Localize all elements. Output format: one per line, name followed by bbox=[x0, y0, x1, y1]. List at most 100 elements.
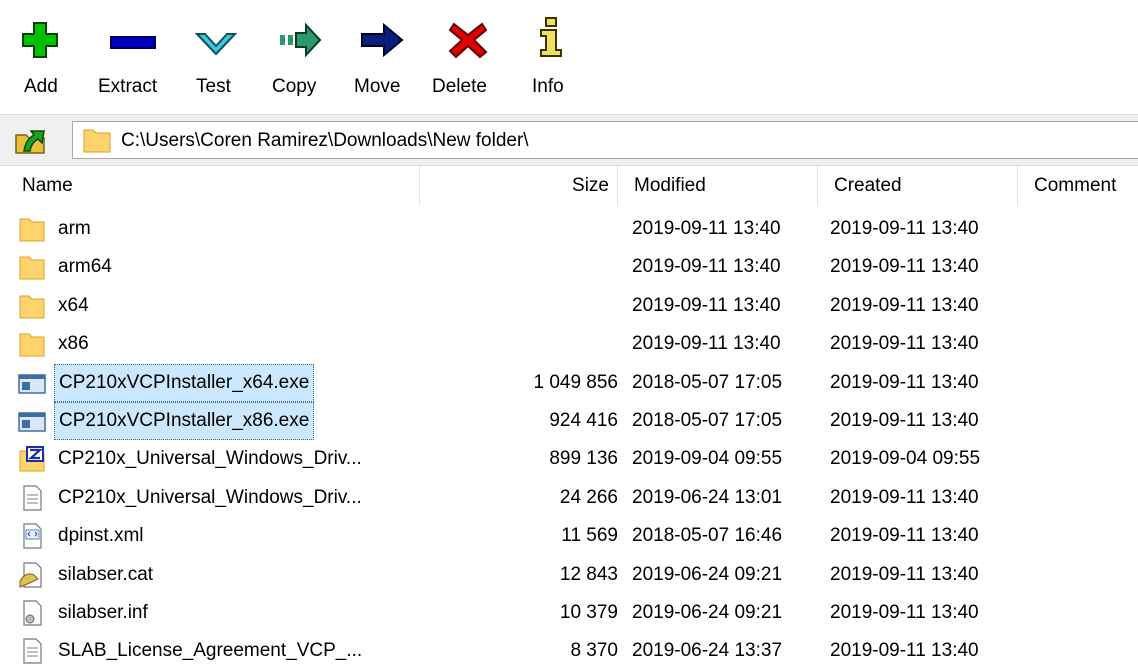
file-created: 2019-09-11 13:40 bbox=[830, 486, 979, 508]
column-modified[interactable]: Modified bbox=[618, 166, 818, 206]
file-created: 2019-09-11 13:40 bbox=[830, 218, 979, 239]
file-name: dpinst.xml bbox=[58, 525, 144, 547]
file-created: 2019-09-04 09:55 bbox=[830, 448, 981, 470]
file-size: 24 266 bbox=[559, 486, 618, 508]
table-row[interactable]: dpinst.xml 11 569 2018-05-07 16:46 2019-09-… bbox=[0, 517, 1138, 555]
file-size: 10 379 bbox=[559, 602, 618, 623]
test-button[interactable]: Test bbox=[194, 14, 238, 106]
folder-up-icon[interactable] bbox=[14, 125, 48, 155]
zip-icon bbox=[19, 446, 45, 472]
move-icon bbox=[361, 22, 404, 58]
file-size bbox=[498, 248, 618, 286]
table-row[interactable]: SLAB_License_Agreement_VCP_... 8 370 2019-… bbox=[0, 632, 1138, 670]
file-name: CP210x_Universal_Windows_Driv... bbox=[58, 448, 362, 470]
column-comment[interactable]: Comment bbox=[1018, 166, 1138, 206]
copy-label: Copy bbox=[272, 76, 317, 97]
add-button[interactable]: Add bbox=[20, 14, 60, 106]
extract-button[interactable]: Extract bbox=[98, 14, 168, 106]
move-button[interactable]: Move bbox=[354, 14, 414, 106]
folder-icon bbox=[19, 333, 45, 357]
inf-file-icon bbox=[23, 600, 42, 626]
file-modified: 2019-06-24 13:01 bbox=[632, 486, 783, 508]
file-name: CP210xVCPInstaller_x86.exe bbox=[54, 402, 315, 440]
copy-button[interactable]: Copy bbox=[272, 14, 328, 106]
file-modified: 2019-09-11 13:40 bbox=[632, 218, 781, 239]
file-modified: 2019-09-11 13:40 bbox=[632, 333, 781, 355]
file-modified: 2019-09-04 09:55 bbox=[632, 448, 783, 470]
xml-file-icon bbox=[23, 523, 42, 549]
exe-icon bbox=[18, 373, 46, 394]
exe-icon bbox=[18, 412, 46, 432]
folder-icon bbox=[19, 218, 45, 242]
file-size: 1 049 856 bbox=[533, 371, 618, 393]
file-name: arm64 bbox=[58, 256, 112, 278]
file-size bbox=[498, 287, 618, 325]
folder-icon bbox=[19, 256, 45, 280]
move-label: Move bbox=[354, 76, 401, 97]
column-size[interactable]: Size bbox=[420, 166, 618, 206]
table-row[interactable]: x64 2019-09-11 13:40 2019-09-11 13:40 bbox=[0, 287, 1138, 325]
table-row[interactable]: arm 2019-09-11 13:40 2019-09-11 13:40 bbox=[0, 210, 1138, 248]
table-row[interactable]: silabser.cat 12 843 2019-06-24 09:21 2019-0… bbox=[0, 556, 1138, 594]
test-icon bbox=[194, 33, 238, 56]
file-name: SLAB_License_Agreement_VCP_... bbox=[58, 640, 363, 662]
file-name: CP210xVCPInstaller_x64.exe bbox=[54, 363, 315, 402]
copy-icon bbox=[280, 22, 322, 58]
table-row[interactable]: CP210x_Universal_Windows_Driv... 899 136 2… bbox=[0, 440, 1138, 478]
table-row[interactable]: CP210xVCPInstaller_x64.exe 1 049 856 2018-… bbox=[0, 363, 1138, 402]
file-created: 2019-09-11 13:40 bbox=[830, 256, 979, 278]
file-created: 2019-09-11 13:40 bbox=[830, 410, 979, 431]
extract-label: Extract bbox=[98, 76, 158, 97]
text-file-icon bbox=[23, 485, 42, 511]
test-label: Test bbox=[196, 76, 231, 97]
info-icon bbox=[540, 17, 562, 57]
file-size: 11 569 bbox=[561, 525, 618, 547]
file-size: 8 370 bbox=[570, 640, 618, 662]
column-header: Name Size Modified Created Comment bbox=[0, 166, 1138, 206]
table-row[interactable]: CP210xVCPInstaller_x86.exe 924 416 2018-05… bbox=[0, 402, 1138, 440]
cat-file-icon bbox=[19, 561, 42, 588]
info-label: Info bbox=[532, 76, 564, 97]
file-created: 2019-09-11 13:40 bbox=[830, 371, 979, 393]
address-bar: C:\Users\Coren Ramirez\Downloads\New fol… bbox=[0, 114, 1138, 166]
file-modified: 2018-05-07 16:46 bbox=[632, 525, 783, 547]
add-icon bbox=[22, 22, 58, 58]
file-created: 2019-09-11 13:40 bbox=[830, 602, 979, 623]
file-modified: 2018-05-07 17:05 bbox=[632, 410, 783, 431]
address-field[interactable]: C:\Users\Coren Ramirez\Downloads\New fol… bbox=[72, 121, 1138, 159]
address-path: C:\Users\Coren Ramirez\Downloads\New fol… bbox=[121, 130, 529, 151]
folder-icon bbox=[19, 295, 45, 319]
file-name: CP210x_Universal_Windows_Driv... bbox=[58, 486, 362, 508]
file-size: 12 843 bbox=[559, 563, 618, 585]
file-created: 2019-09-11 13:40 bbox=[830, 525, 979, 547]
file-size: 924 416 bbox=[549, 410, 618, 431]
file-modified: 2019-06-24 13:37 bbox=[632, 640, 783, 662]
column-name[interactable]: Name bbox=[0, 166, 420, 206]
folder-icon bbox=[83, 129, 111, 153]
delete-label: Delete bbox=[432, 76, 487, 97]
file-created: 2019-09-11 13:40 bbox=[830, 563, 979, 585]
file-name: silabser.cat bbox=[58, 563, 154, 585]
text-file-icon bbox=[23, 638, 42, 664]
file-created: 2019-09-11 13:40 bbox=[830, 294, 979, 316]
delete-button[interactable]: Delete bbox=[432, 14, 502, 106]
add-label: Add bbox=[24, 76, 58, 97]
file-name: x86 bbox=[58, 333, 89, 355]
file-name: arm bbox=[58, 218, 91, 239]
file-name: x64 bbox=[58, 294, 89, 316]
table-row[interactable]: silabser.inf 10 379 2019-06-24 09:21 2019-0… bbox=[0, 594, 1138, 632]
file-created: 2019-09-11 13:40 bbox=[830, 640, 979, 662]
table-row[interactable]: x86 2019-09-11 13:40 2019-09-11 13:40 bbox=[0, 325, 1138, 363]
toolbar: Add Extract Test Copy Move Delete Info bbox=[0, 0, 1138, 112]
file-size bbox=[498, 210, 618, 248]
file-modified: 2019-09-11 13:40 bbox=[632, 256, 781, 278]
file-list: Name Size Modified Created Comment arm 20… bbox=[0, 166, 1138, 670]
file-modified: 2019-09-11 13:40 bbox=[632, 294, 781, 316]
file-size bbox=[498, 325, 618, 363]
info-button[interactable]: Info bbox=[530, 14, 574, 106]
column-created[interactable]: Created bbox=[818, 166, 1018, 206]
table-row[interactable]: CP210x_Universal_Windows_Driv... 24 266 20… bbox=[0, 479, 1138, 517]
table-row[interactable]: arm64 2019-09-11 13:40 2019-09-11 13:40 bbox=[0, 248, 1138, 286]
file-created: 2019-09-11 13:40 bbox=[830, 333, 979, 355]
file-modified: 2019-06-24 09:21 bbox=[632, 602, 783, 623]
